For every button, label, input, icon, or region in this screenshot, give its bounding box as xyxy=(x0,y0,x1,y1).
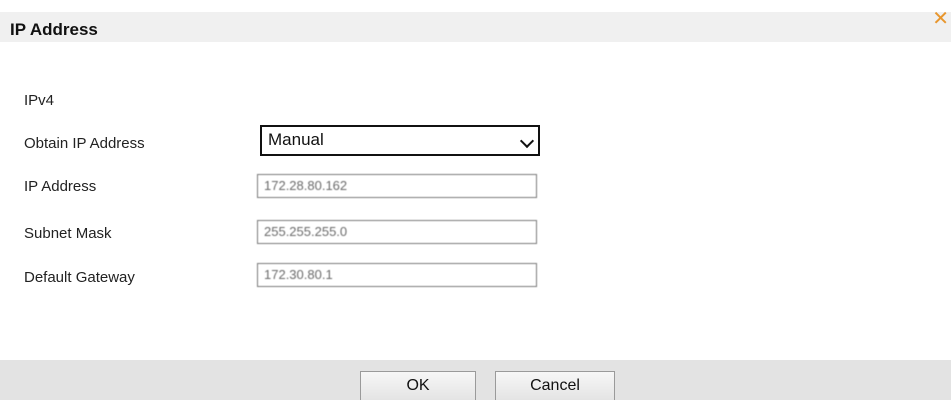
default-gateway-field[interactable]: 172.30.80.1 xyxy=(257,263,537,287)
subnet-mask-label: Subnet Mask xyxy=(24,225,112,242)
dialog-body xyxy=(0,42,951,360)
dialog-title: IP Address xyxy=(10,20,98,39)
default-gateway-label: Default Gateway xyxy=(24,269,135,286)
section-title-ipv4: IPv4 xyxy=(24,92,55,109)
obtain-ip-select[interactable]: Manual xyxy=(260,125,540,156)
chevron-down-icon xyxy=(519,133,535,149)
ip-address-dialog: IP Address ✕ IPv4 Obtain IP Address Manu… xyxy=(0,0,951,400)
cancel-button[interactable]: Cancel xyxy=(495,371,615,400)
ip-address-label: IP Address xyxy=(24,178,97,195)
close-icon[interactable]: ✕ xyxy=(932,9,949,29)
obtain-ip-value: Manual xyxy=(268,130,324,149)
ip-address-field[interactable]: 172.28.80.162 xyxy=(257,174,537,198)
subnet-mask-field[interactable]: 255.255.255.0 xyxy=(257,220,537,244)
dialog-header xyxy=(0,12,951,42)
obtain-ip-label: Obtain IP Address xyxy=(24,135,145,152)
ok-button[interactable]: OK xyxy=(360,371,476,400)
